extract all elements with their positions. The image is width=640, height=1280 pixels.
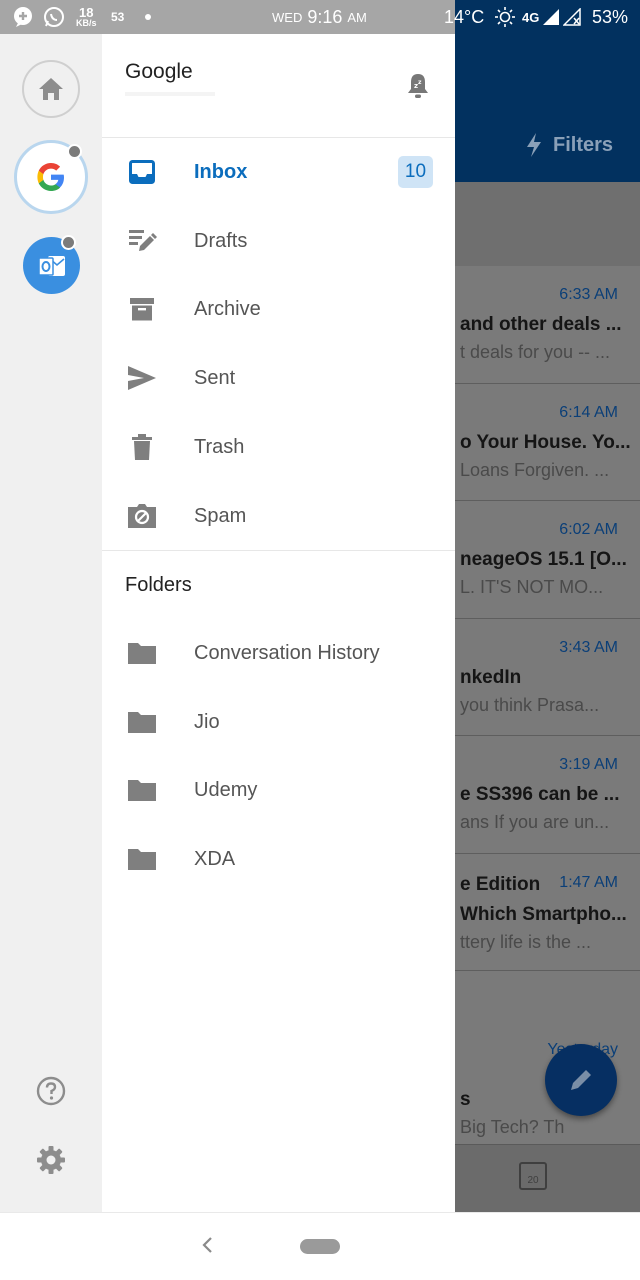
list-item[interactable]: 6:14 AM o Your House. Yo... Loans Forgiv… xyxy=(455,383,640,501)
list-item[interactable]: 6:33 AM and other deals ... t deals for … xyxy=(455,266,640,384)
folder-item[interactable]: XDA xyxy=(102,825,455,893)
status-bar: 18 KB/s 53 WED 9:16 AM 14°C 4G 53% xyxy=(0,0,640,34)
folder-item[interactable]: Conversation History xyxy=(102,619,455,687)
nav-inbox[interactable]: Inbox 10 xyxy=(102,138,455,206)
navigation-drawer: Google zz Inbox 10 Drafts Archive Sent T… xyxy=(102,34,455,1212)
email-list-background: Filters 6:33 AM and other deals ... t de… xyxy=(455,34,640,1212)
signal-no-data-icon xyxy=(563,0,581,34)
weather-sun-icon xyxy=(494,0,516,34)
gear-icon xyxy=(37,1146,65,1174)
folder-icon xyxy=(126,843,158,875)
folder-icon xyxy=(126,774,158,806)
back-button[interactable] xyxy=(196,1233,220,1257)
folder-item[interactable]: Jio xyxy=(102,688,455,756)
outlook-account-button[interactable] xyxy=(23,235,80,294)
list-item[interactable]: 6:02 AM neageOS 15.1 [O... L. IT'S NOT M… xyxy=(455,501,640,619)
account-title: Google xyxy=(125,60,193,83)
lightning-icon xyxy=(527,133,541,157)
whatsapp-icon xyxy=(43,0,65,34)
chat-bubble-icon xyxy=(12,0,34,34)
sent-icon xyxy=(126,362,158,394)
folder-item[interactable]: Udemy xyxy=(102,756,455,824)
home-gesture-pill[interactable] xyxy=(300,1239,340,1254)
google-logo-icon xyxy=(37,163,64,191)
battery-level: 53% xyxy=(592,6,629,27)
email-list: 6:33 AM and other deals ... t deals for … xyxy=(455,266,640,1169)
folders-heading: Folders xyxy=(125,574,192,596)
nav-drafts[interactable]: Drafts xyxy=(102,207,455,275)
outlook-logo-icon xyxy=(37,255,65,276)
list-item[interactable]: 1:47 AM e Edition Which Smartpho... tter… xyxy=(455,853,640,971)
dot-icon xyxy=(144,0,152,34)
home-button[interactable] xyxy=(22,60,80,118)
inbox-icon xyxy=(126,156,158,188)
folder-icon xyxy=(126,706,158,738)
account-rail xyxy=(0,34,102,1212)
system-navigation-bar xyxy=(0,1212,640,1280)
help-button[interactable] xyxy=(34,1074,68,1108)
chevron-left-icon xyxy=(202,1237,212,1253)
drafts-icon xyxy=(126,225,158,257)
settings-button[interactable] xyxy=(34,1143,68,1177)
signal-icon xyxy=(542,0,560,34)
home-icon xyxy=(39,78,63,100)
nav-archive[interactable]: Archive xyxy=(102,275,455,343)
list-item[interactable]: 3:19 AM e SS396 can be ... ans If you ar… xyxy=(455,736,640,854)
unread-dot xyxy=(67,144,82,159)
account-email-redacted xyxy=(125,92,215,96)
help-icon xyxy=(36,1076,66,1106)
pencil-icon xyxy=(571,1070,591,1090)
nav-spam[interactable]: Spam xyxy=(102,482,455,550)
trash-icon xyxy=(126,431,158,463)
network-speed: 18 KB/s xyxy=(76,5,97,28)
clock: WED 9:16 AM xyxy=(272,6,367,27)
notification-count: 53 xyxy=(111,10,125,24)
unread-count-badge: 10 xyxy=(398,156,433,188)
nav-trash[interactable]: Trash xyxy=(102,413,455,481)
app-header: Filters xyxy=(455,34,640,182)
calendar-icon[interactable]: 20 xyxy=(519,1162,547,1190)
folder-icon xyxy=(126,637,158,669)
unread-dot xyxy=(61,235,76,250)
network-type: 4G xyxy=(522,9,540,25)
google-account-button[interactable] xyxy=(14,140,88,214)
svg-text:z: z xyxy=(418,79,422,86)
do-not-disturb-button[interactable]: zz xyxy=(402,70,434,102)
nav-sent[interactable]: Sent xyxy=(102,344,455,412)
spam-icon xyxy=(126,500,158,532)
filters-button[interactable]: Filters xyxy=(525,132,613,158)
bottom-bar: 20 xyxy=(455,1144,640,1212)
list-item[interactable]: 3:43 AM nkedIn you think Prasa... xyxy=(455,618,640,736)
temperature: 14°C xyxy=(444,6,485,27)
bell-snooze-icon: zz xyxy=(408,74,428,98)
compose-button[interactable] xyxy=(545,1044,617,1116)
archive-icon xyxy=(126,293,158,325)
